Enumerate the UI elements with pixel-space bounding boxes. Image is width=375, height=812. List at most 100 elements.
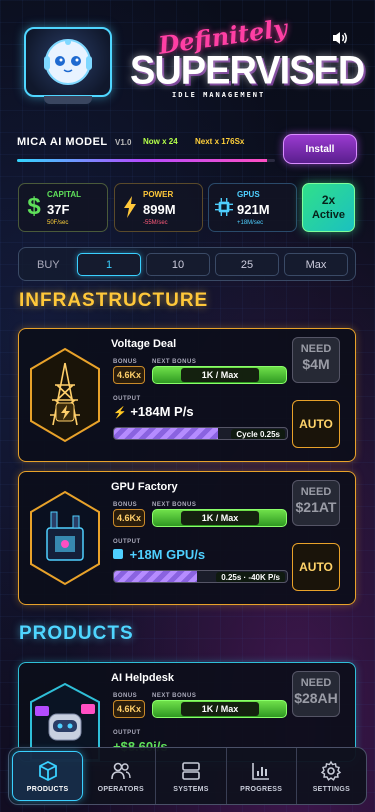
stat-value: 899M bbox=[143, 202, 176, 217]
avatar-stand bbox=[44, 96, 92, 104]
stat-power: POWER 899M -55M/sec bbox=[114, 183, 203, 232]
dollar-icon: $ bbox=[27, 193, 41, 220]
bonus-label: BONUS bbox=[113, 359, 138, 365]
server-icon bbox=[182, 761, 200, 780]
chip-icon bbox=[215, 194, 233, 220]
cycle-progress-text: 0.25s · -40K P/s bbox=[216, 572, 285, 582]
auto-button[interactable]: AUTO bbox=[292, 543, 340, 591]
model-current-multiplier: Now x 24 bbox=[143, 137, 178, 146]
output-value: +18M GPU/s bbox=[113, 547, 205, 562]
business-name: Voltage Deal bbox=[111, 338, 177, 350]
cycle-progress-text: Cycle 0.25s bbox=[231, 429, 285, 439]
next-bonus-bar: 1K / Max bbox=[152, 700, 287, 718]
next-bonus-label: NEXT BONUS bbox=[152, 502, 197, 508]
output-value: ⚡ +184M P/s bbox=[113, 404, 194, 419]
stat-rate: -55M/sec bbox=[143, 220, 168, 226]
stat-label: POWER bbox=[143, 190, 174, 199]
logo-supervised: SUPERVISED bbox=[130, 48, 365, 94]
business-name: GPU Factory bbox=[111, 481, 178, 493]
nav-products[interactable]: PRODUCTS bbox=[12, 751, 84, 801]
robot-mascot-icon bbox=[44, 39, 92, 85]
output-text: +18M GPU/s bbox=[129, 547, 206, 562]
business-card-voltage-deal: Voltage Deal BONUS NEXT BONUS 4.6Kx 1K /… bbox=[18, 328, 356, 462]
nav-label: SYSTEMS bbox=[173, 785, 209, 793]
output-label: OUTPUT bbox=[113, 730, 141, 736]
cycle-progress-fill bbox=[114, 571, 198, 582]
next-bonus-label: NEXT BONUS bbox=[152, 693, 197, 699]
buy-option-25[interactable]: 25 bbox=[215, 253, 279, 276]
buy-option-10[interactable]: 10 bbox=[146, 253, 210, 276]
next-bonus-value: 1K / Max bbox=[181, 702, 259, 716]
model-next-multiplier: Next x 176Sx bbox=[195, 137, 245, 146]
need-cost: $28AH bbox=[294, 690, 338, 706]
stat-rate: 50F/sec bbox=[47, 220, 69, 226]
nav-label: OPERATORS bbox=[97, 785, 144, 793]
install-button[interactable]: Install bbox=[283, 134, 357, 164]
output-text: +184M P/s bbox=[130, 404, 194, 419]
cycle-progress-fill bbox=[114, 428, 218, 439]
model-progress-fill bbox=[17, 159, 268, 162]
stat-gpus: GPUS 921M +18M/sec bbox=[208, 183, 297, 232]
next-bonus-value: 1K / Max bbox=[181, 368, 259, 382]
need-cost: $4M bbox=[302, 356, 330, 372]
speaker-icon bbox=[333, 32, 347, 44]
model-version: V1.0 bbox=[115, 138, 132, 147]
stat-value: 921M bbox=[237, 202, 270, 217]
auto-button[interactable]: AUTO bbox=[292, 400, 340, 448]
boost-status: Active bbox=[311, 209, 346, 221]
boost-multiplier: 2x bbox=[321, 193, 336, 207]
output-label: OUTPUT bbox=[113, 539, 141, 545]
nav-label: PROGRESS bbox=[240, 785, 283, 793]
nav-label: PRODUCTS bbox=[26, 785, 69, 793]
buy-label: BUY bbox=[37, 259, 60, 271]
need-label: NEED bbox=[300, 486, 332, 498]
bonus-value: 4.6Kx bbox=[113, 366, 145, 384]
model-name: MICA AI MODEL bbox=[17, 136, 108, 148]
buy-option-1[interactable]: 1 bbox=[77, 253, 141, 276]
bottom-navigation: PRODUCTS OPERATORS SYSTEMS PROGRESS SETT… bbox=[8, 747, 367, 805]
next-bonus-label: NEXT BONUS bbox=[152, 359, 197, 365]
people-icon bbox=[110, 762, 131, 779]
stat-label: GPUS bbox=[237, 190, 260, 199]
buy-option-max[interactable]: Max bbox=[284, 253, 348, 276]
stat-label: CAPITAL bbox=[47, 190, 82, 199]
stat-rate: +18M/sec bbox=[237, 220, 264, 226]
sound-toggle-button[interactable] bbox=[329, 28, 351, 48]
bonus-label: BONUS bbox=[113, 693, 138, 699]
output-label: OUTPUT bbox=[113, 396, 141, 402]
chip-icon bbox=[113, 549, 123, 559]
lightning-icon: ⚡ bbox=[113, 407, 127, 419]
bonus-value: 4.6Kx bbox=[113, 700, 145, 718]
next-bonus-bar: 1K / Max bbox=[152, 366, 287, 384]
model-progress-bar bbox=[17, 159, 275, 162]
cycle-progress-bar: Cycle 0.25s bbox=[113, 427, 288, 440]
next-bonus-value: 1K / Max bbox=[181, 511, 259, 525]
buy-need-button[interactable]: NEED $28AH bbox=[292, 671, 340, 717]
lightning-icon bbox=[121, 194, 139, 220]
business-name: AI Helpdesk bbox=[111, 672, 174, 684]
section-title-infrastructure: INFRASTRUCTURE bbox=[19, 290, 209, 311]
buy-amount-selector: BUY 1 10 25 Max bbox=[18, 247, 356, 281]
business-card-gpu-factory: GPU Factory BONUS NEXT BONUS 4.6Kx 1K / … bbox=[18, 471, 356, 605]
need-label: NEED bbox=[300, 677, 332, 689]
nav-label: SETTINGS bbox=[312, 785, 351, 793]
need-cost: $21AT bbox=[295, 499, 337, 515]
gpu-factory-icon bbox=[23, 484, 107, 592]
buy-need-button[interactable]: NEED $4M bbox=[292, 337, 340, 383]
boost-active-button[interactable]: 2x Active bbox=[302, 183, 355, 232]
nav-settings[interactable]: SETTINGS bbox=[297, 748, 366, 804]
nav-progress[interactable]: PROGRESS bbox=[227, 748, 297, 804]
nav-operators[interactable]: OPERATORS bbox=[86, 748, 157, 804]
nav-systems[interactable]: SYSTEMS bbox=[156, 748, 227, 804]
gear-icon bbox=[321, 760, 342, 781]
bonus-value: 4.6Kx bbox=[113, 509, 145, 527]
cycle-progress-bar: 0.25s · -40K P/s bbox=[113, 570, 288, 583]
next-bonus-bar: 1K / Max bbox=[152, 509, 287, 527]
stat-capital: $ CAPITAL 37F 50F/sec bbox=[18, 183, 108, 232]
buy-need-button[interactable]: NEED $21AT bbox=[292, 480, 340, 526]
bar-chart-icon bbox=[252, 762, 270, 780]
bonus-label: BONUS bbox=[113, 502, 138, 508]
section-title-products: PRODUCTS bbox=[19, 623, 134, 644]
stat-value: 37F bbox=[47, 202, 70, 217]
cube-icon bbox=[38, 760, 57, 781]
